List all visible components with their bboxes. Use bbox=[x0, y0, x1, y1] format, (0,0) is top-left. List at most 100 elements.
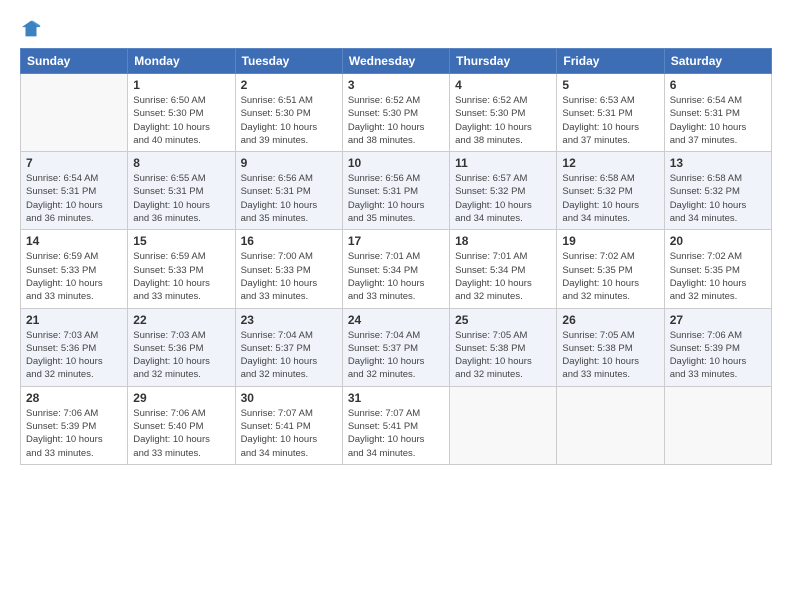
day-info: Sunrise: 6:54 AM Sunset: 5:31 PM Dayligh… bbox=[670, 94, 766, 147]
day-info: Sunrise: 7:01 AM Sunset: 5:34 PM Dayligh… bbox=[348, 250, 444, 303]
calendar-cell: 28 Sunrise: 7:06 AM Sunset: 5:39 PM Dayli… bbox=[21, 386, 128, 464]
day-number: 14 bbox=[26, 234, 122, 248]
day-info: Sunrise: 6:53 AM Sunset: 5:31 PM Dayligh… bbox=[562, 94, 658, 147]
day-number: 29 bbox=[133, 391, 229, 405]
day-number: 3 bbox=[348, 78, 444, 92]
day-info: Sunrise: 6:52 AM Sunset: 5:30 PM Dayligh… bbox=[348, 94, 444, 147]
day-number: 26 bbox=[562, 313, 658, 327]
weekday-header: Friday bbox=[557, 49, 664, 74]
calendar-cell: 24 Sunrise: 7:04 AM Sunset: 5:37 PM Dayli… bbox=[342, 308, 449, 386]
day-info: Sunrise: 6:59 AM Sunset: 5:33 PM Dayligh… bbox=[133, 250, 229, 303]
day-info: Sunrise: 7:02 AM Sunset: 5:35 PM Dayligh… bbox=[670, 250, 766, 303]
calendar-cell: 8 Sunrise: 6:55 AM Sunset: 5:31 PM Daylig… bbox=[128, 152, 235, 230]
day-number: 17 bbox=[348, 234, 444, 248]
calendar-cell: 18 Sunrise: 7:01 AM Sunset: 5:34 PM Dayli… bbox=[450, 230, 557, 308]
day-info: Sunrise: 6:50 AM Sunset: 5:30 PM Dayligh… bbox=[133, 94, 229, 147]
weekday-header: Monday bbox=[128, 49, 235, 74]
day-info: Sunrise: 6:56 AM Sunset: 5:31 PM Dayligh… bbox=[348, 172, 444, 225]
day-number: 8 bbox=[133, 156, 229, 170]
calendar-cell bbox=[557, 386, 664, 464]
day-number: 15 bbox=[133, 234, 229, 248]
weekday-header: Tuesday bbox=[235, 49, 342, 74]
calendar-cell: 22 Sunrise: 7:03 AM Sunset: 5:36 PM Dayli… bbox=[128, 308, 235, 386]
day-number: 6 bbox=[670, 78, 766, 92]
calendar-cell: 16 Sunrise: 7:00 AM Sunset: 5:33 PM Dayli… bbox=[235, 230, 342, 308]
day-number: 9 bbox=[241, 156, 337, 170]
calendar-cell: 7 Sunrise: 6:54 AM Sunset: 5:31 PM Daylig… bbox=[21, 152, 128, 230]
day-info: Sunrise: 6:58 AM Sunset: 5:32 PM Dayligh… bbox=[670, 172, 766, 225]
day-number: 19 bbox=[562, 234, 658, 248]
calendar-cell: 13 Sunrise: 6:58 AM Sunset: 5:32 PM Dayli… bbox=[664, 152, 771, 230]
calendar-cell: 10 Sunrise: 6:56 AM Sunset: 5:31 PM Dayli… bbox=[342, 152, 449, 230]
calendar-cell: 19 Sunrise: 7:02 AM Sunset: 5:35 PM Dayli… bbox=[557, 230, 664, 308]
day-number: 28 bbox=[26, 391, 122, 405]
day-info: Sunrise: 7:07 AM Sunset: 5:41 PM Dayligh… bbox=[348, 407, 444, 460]
day-info: Sunrise: 6:59 AM Sunset: 5:33 PM Dayligh… bbox=[26, 250, 122, 303]
day-info: Sunrise: 7:05 AM Sunset: 5:38 PM Dayligh… bbox=[562, 329, 658, 382]
calendar-cell: 3 Sunrise: 6:52 AM Sunset: 5:30 PM Daylig… bbox=[342, 74, 449, 152]
day-number: 21 bbox=[26, 313, 122, 327]
day-number: 25 bbox=[455, 313, 551, 327]
calendar-cell: 17 Sunrise: 7:01 AM Sunset: 5:34 PM Dayli… bbox=[342, 230, 449, 308]
day-number: 20 bbox=[670, 234, 766, 248]
weekday-header: Thursday bbox=[450, 49, 557, 74]
day-info: Sunrise: 7:06 AM Sunset: 5:39 PM Dayligh… bbox=[26, 407, 122, 460]
calendar-cell: 12 Sunrise: 6:58 AM Sunset: 5:32 PM Dayli… bbox=[557, 152, 664, 230]
logo bbox=[20, 18, 44, 40]
day-number: 27 bbox=[670, 313, 766, 327]
day-info: Sunrise: 7:05 AM Sunset: 5:38 PM Dayligh… bbox=[455, 329, 551, 382]
day-info: Sunrise: 7:02 AM Sunset: 5:35 PM Dayligh… bbox=[562, 250, 658, 303]
calendar-cell: 31 Sunrise: 7:07 AM Sunset: 5:41 PM Dayli… bbox=[342, 386, 449, 464]
day-info: Sunrise: 7:00 AM Sunset: 5:33 PM Dayligh… bbox=[241, 250, 337, 303]
day-number: 30 bbox=[241, 391, 337, 405]
day-info: Sunrise: 6:51 AM Sunset: 5:30 PM Dayligh… bbox=[241, 94, 337, 147]
calendar-cell: 5 Sunrise: 6:53 AM Sunset: 5:31 PM Daylig… bbox=[557, 74, 664, 152]
day-info: Sunrise: 6:58 AM Sunset: 5:32 PM Dayligh… bbox=[562, 172, 658, 225]
day-number: 12 bbox=[562, 156, 658, 170]
day-number: 22 bbox=[133, 313, 229, 327]
calendar-cell: 30 Sunrise: 7:07 AM Sunset: 5:41 PM Dayli… bbox=[235, 386, 342, 464]
day-info: Sunrise: 7:03 AM Sunset: 5:36 PM Dayligh… bbox=[26, 329, 122, 382]
calendar-cell: 11 Sunrise: 6:57 AM Sunset: 5:32 PM Dayli… bbox=[450, 152, 557, 230]
calendar-cell: 29 Sunrise: 7:06 AM Sunset: 5:40 PM Dayli… bbox=[128, 386, 235, 464]
day-info: Sunrise: 6:54 AM Sunset: 5:31 PM Dayligh… bbox=[26, 172, 122, 225]
day-number: 1 bbox=[133, 78, 229, 92]
day-number: 31 bbox=[348, 391, 444, 405]
calendar-table: SundayMondayTuesdayWednesdayThursdayFrid… bbox=[20, 48, 772, 465]
calendar-cell bbox=[664, 386, 771, 464]
day-info: Sunrise: 6:57 AM Sunset: 5:32 PM Dayligh… bbox=[455, 172, 551, 225]
logo-icon bbox=[20, 18, 42, 40]
calendar-cell: 20 Sunrise: 7:02 AM Sunset: 5:35 PM Dayli… bbox=[664, 230, 771, 308]
day-info: Sunrise: 7:03 AM Sunset: 5:36 PM Dayligh… bbox=[133, 329, 229, 382]
day-info: Sunrise: 7:07 AM Sunset: 5:41 PM Dayligh… bbox=[241, 407, 337, 460]
calendar-cell bbox=[21, 74, 128, 152]
calendar-cell: 21 Sunrise: 7:03 AM Sunset: 5:36 PM Dayli… bbox=[21, 308, 128, 386]
day-info: Sunrise: 6:55 AM Sunset: 5:31 PM Dayligh… bbox=[133, 172, 229, 225]
day-number: 5 bbox=[562, 78, 658, 92]
day-number: 10 bbox=[348, 156, 444, 170]
day-info: Sunrise: 7:06 AM Sunset: 5:40 PM Dayligh… bbox=[133, 407, 229, 460]
calendar-cell: 15 Sunrise: 6:59 AM Sunset: 5:33 PM Dayli… bbox=[128, 230, 235, 308]
page-container: SundayMondayTuesdayWednesdayThursdayFrid… bbox=[0, 0, 792, 612]
day-info: Sunrise: 7:06 AM Sunset: 5:39 PM Dayligh… bbox=[670, 329, 766, 382]
day-number: 18 bbox=[455, 234, 551, 248]
weekday-header: Sunday bbox=[21, 49, 128, 74]
calendar-cell: 26 Sunrise: 7:05 AM Sunset: 5:38 PM Dayli… bbox=[557, 308, 664, 386]
day-info: Sunrise: 6:52 AM Sunset: 5:30 PM Dayligh… bbox=[455, 94, 551, 147]
day-number: 4 bbox=[455, 78, 551, 92]
calendar-cell: 1 Sunrise: 6:50 AM Sunset: 5:30 PM Daylig… bbox=[128, 74, 235, 152]
calendar-cell: 2Sunrise: 6:51 AM Sunset: 5:30 PM Daylig… bbox=[235, 74, 342, 152]
day-info: Sunrise: 7:04 AM Sunset: 5:37 PM Dayligh… bbox=[348, 329, 444, 382]
calendar-cell: 14 Sunrise: 6:59 AM Sunset: 5:33 PM Dayli… bbox=[21, 230, 128, 308]
day-info: Sunrise: 7:01 AM Sunset: 5:34 PM Dayligh… bbox=[455, 250, 551, 303]
day-number: 23 bbox=[241, 313, 337, 327]
header bbox=[20, 18, 772, 40]
day-number: 16 bbox=[241, 234, 337, 248]
day-number: 24 bbox=[348, 313, 444, 327]
calendar-cell: 25 Sunrise: 7:05 AM Sunset: 5:38 PM Dayli… bbox=[450, 308, 557, 386]
day-number: 11 bbox=[455, 156, 551, 170]
calendar-cell: 9Sunrise: 6:56 AM Sunset: 5:31 PM Daylig… bbox=[235, 152, 342, 230]
calendar-cell: 23Sunrise: 7:04 AM Sunset: 5:37 PM Dayli… bbox=[235, 308, 342, 386]
day-number: 7 bbox=[26, 156, 122, 170]
day-number: 13 bbox=[670, 156, 766, 170]
